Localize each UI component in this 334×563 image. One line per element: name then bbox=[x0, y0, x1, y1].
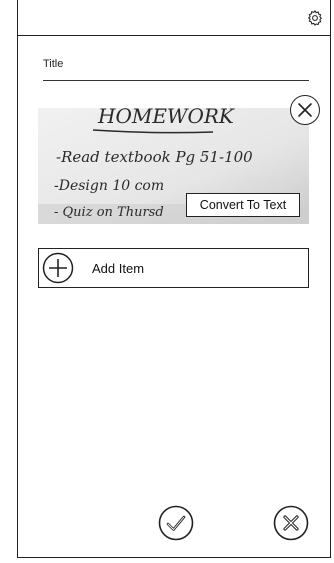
add-item-label: Add Item bbox=[92, 261, 145, 276]
confirm-button[interactable] bbox=[158, 505, 194, 541]
remove-image-button[interactable] bbox=[290, 95, 320, 125]
handwriting-heading: HOMEWORK bbox=[97, 108, 235, 128]
check-icon bbox=[158, 505, 194, 541]
handwriting-line-1: -Read textbook Pg 51-100 bbox=[56, 148, 253, 166]
handwriting-line-2: -Design 10 com bbox=[54, 178, 164, 194]
add-item-button[interactable]: Add Item bbox=[38, 248, 309, 288]
cancel-button[interactable] bbox=[273, 505, 309, 541]
plus-icon bbox=[42, 252, 74, 284]
x-icon bbox=[273, 505, 309, 541]
close-icon bbox=[298, 103, 312, 117]
screen-frame: Title HOMEWORK -Read textbook Pg 51-100 … bbox=[17, 0, 331, 558]
top-bar bbox=[18, 0, 330, 36]
title-input[interactable] bbox=[43, 80, 309, 81]
gear-icon[interactable] bbox=[306, 9, 324, 27]
handwriting-line-3: - Quiz on Thursd bbox=[54, 205, 164, 220]
title-label: Title bbox=[43, 58, 64, 70]
convert-to-text-button[interactable]: Convert To Text bbox=[186, 193, 300, 217]
